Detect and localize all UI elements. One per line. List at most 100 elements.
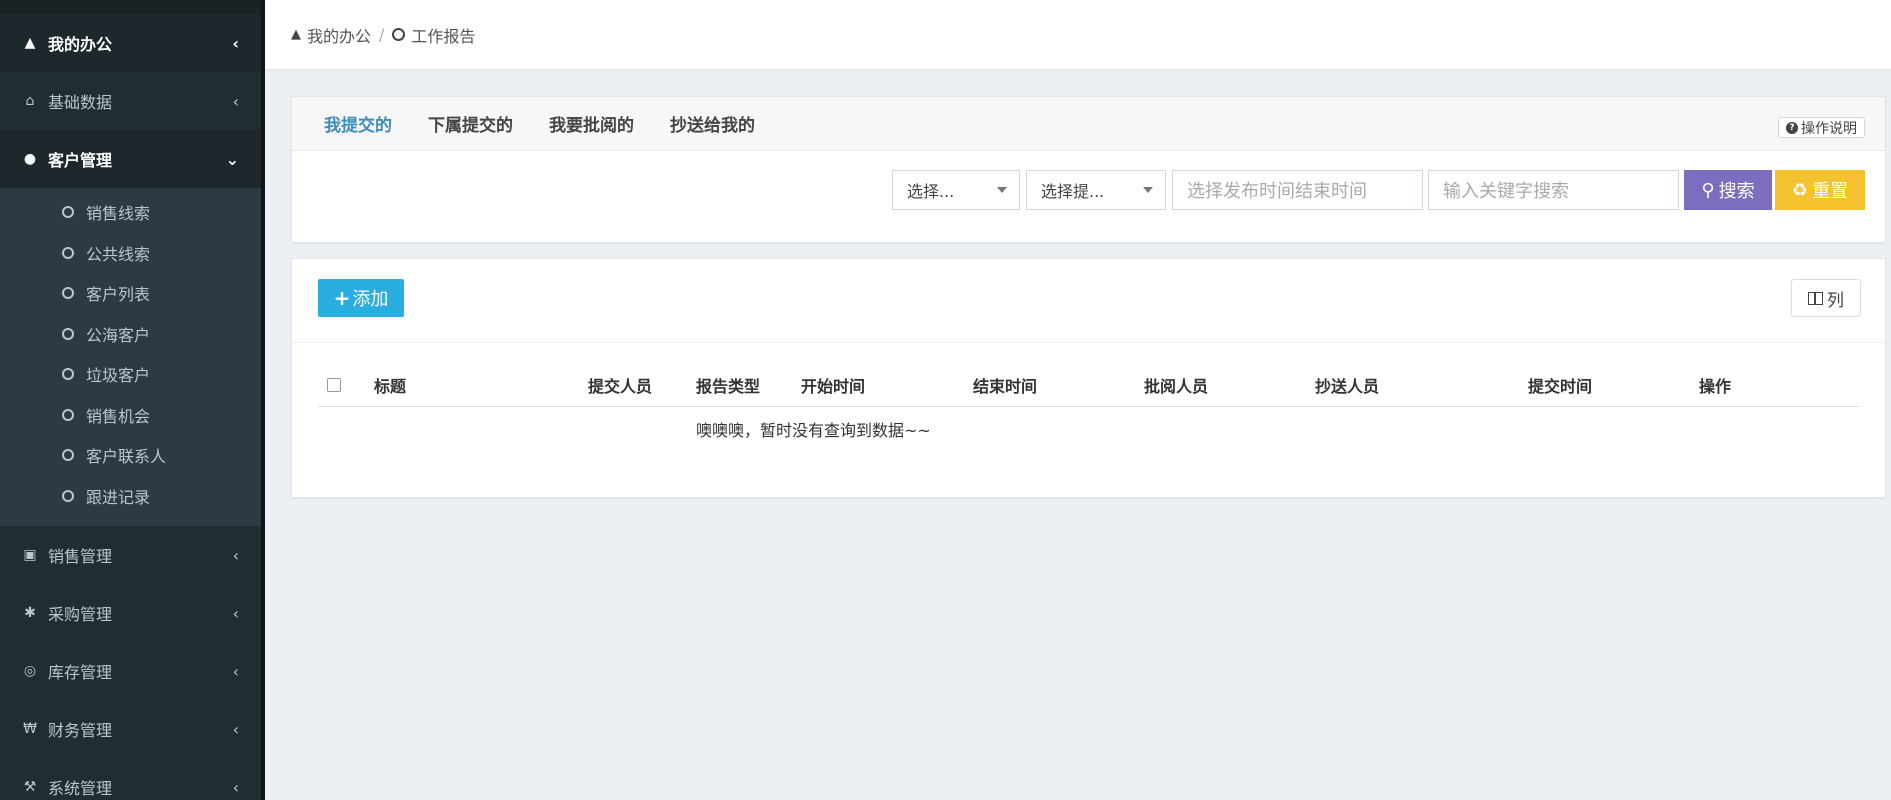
date-range-placeholder: 选择发布时间结束时间 xyxy=(1187,181,1367,202)
columns-button[interactable]: 列 xyxy=(1791,279,1861,317)
report-table-panel: + 添加 列 标题 提交人员 报告类型 开始时间 结束时间 批阅人员 抄送人员 … xyxy=(291,258,1886,498)
sidebar-item-purchase-management[interactable]: ✱ 采购管理 ‹ xyxy=(0,584,261,642)
submenu-item-follow-up[interactable]: 跟进记录 xyxy=(0,476,261,517)
cart-icon: ▣ xyxy=(23,547,37,563)
sidebar-item-my-office[interactable]: ▲ 我的办公 ‹ xyxy=(0,14,261,72)
sidebar-item-label: 我的办公 xyxy=(48,35,113,54)
tab-to-review[interactable]: 我要批阅的 xyxy=(549,111,634,136)
columns-icon xyxy=(1808,291,1823,305)
column-header-submitter[interactable]: 提交人员 xyxy=(588,373,652,397)
empty-state-message: 噢噢噢，暂时没有查询到数据~~ xyxy=(696,421,931,440)
sidebar-item-finance-management[interactable]: ₩ 财务管理 ‹ xyxy=(0,700,261,758)
add-button-label: 添加 xyxy=(352,289,389,310)
keyword-search-input[interactable]: 输入关键字搜索 xyxy=(1428,170,1679,210)
submenu-item-public-pool[interactable]: 公海客户 xyxy=(0,314,261,355)
chevron-left-icon: ‹ xyxy=(232,91,239,111)
help-button-label: 操作说明 xyxy=(1801,120,1857,137)
asterisk-icon: ✱ xyxy=(24,605,36,621)
submenu-item-customer-list[interactable]: 客户列表 xyxy=(0,273,261,314)
caret-down-icon xyxy=(997,187,1007,193)
column-header-report-type[interactable]: 报告类型 xyxy=(696,373,760,397)
circle-icon xyxy=(62,368,74,381)
submenu-item-label: 客户联系人 xyxy=(86,447,167,467)
submenu-item-label: 垃圾客户 xyxy=(86,366,151,386)
breadcrumb-home[interactable]: ▲ 我的办公 xyxy=(291,23,371,47)
chevron-left-icon: ‹ xyxy=(232,661,239,681)
won-icon: ₩ xyxy=(23,721,37,737)
search-button[interactable]: ⚲ 搜索 xyxy=(1684,170,1772,210)
chevron-left-icon: ‹ xyxy=(232,545,239,565)
sidebar-item-label: 财务管理 xyxy=(48,721,113,740)
column-header-title[interactable]: 标题 xyxy=(374,373,406,397)
chevron-down-icon: ⌄ xyxy=(225,149,239,169)
sidebar-item-basic-data[interactable]: ⌂ 基础数据 ‹ xyxy=(0,72,261,130)
submenu-item-public-leads[interactable]: 公共线索 xyxy=(0,233,261,274)
circle-icon xyxy=(62,408,74,421)
submenu-item-sales-leads[interactable]: 销售线索 xyxy=(0,192,261,233)
table-toolbar: + 添加 列 xyxy=(292,259,1885,343)
circle-icon xyxy=(62,449,74,462)
filter-row: 选择... 选择提... 选择发布时间结束时间 输入关键字搜索 ⚲ 搜索 ♻ 重… xyxy=(892,170,1865,210)
circle-icon xyxy=(62,246,74,259)
road-icon: ▲ xyxy=(291,27,301,42)
breadcrumb-separator: / xyxy=(379,25,385,44)
sidebar-item-label: 采购管理 xyxy=(48,605,113,624)
columns-button-label: 列 xyxy=(1827,290,1844,311)
road-icon: ▲ xyxy=(24,35,36,51)
reset-button[interactable]: ♻ 重置 xyxy=(1775,170,1865,210)
select-all-checkbox[interactable] xyxy=(327,378,341,392)
sidebar-item-label: 基础数据 xyxy=(48,93,113,112)
table-header: 标题 提交人员 报告类型 开始时间 结束时间 批阅人员 抄送人员 提交时间 操作 xyxy=(318,359,1859,407)
add-button[interactable]: + 添加 xyxy=(318,279,404,317)
breadcrumb-current: 工作报告 xyxy=(392,23,475,47)
caret-down-icon xyxy=(1143,187,1153,193)
sidebar-item-inventory-management[interactable]: ◎ 库存管理 ‹ xyxy=(0,642,261,700)
tab-cc-to-me[interactable]: 抄送给我的 xyxy=(670,111,755,136)
column-header-start-time[interactable]: 开始时间 xyxy=(801,373,865,397)
chevron-left-icon: ‹ xyxy=(232,777,239,797)
tab-my-submitted[interactable]: 我提交的 xyxy=(324,111,392,136)
filter-panel: 我提交的 下属提交的 我要批阅的 抄送给我的 ? 操作说明 选择... 选择提.… xyxy=(291,96,1886,243)
circle-icon xyxy=(62,206,74,219)
help-button[interactable]: ? 操作说明 xyxy=(1778,117,1865,138)
submenu-item-label: 销售线索 xyxy=(86,204,151,224)
column-header-reviewer[interactable]: 批阅人员 xyxy=(1144,373,1208,397)
wrench-icon: ⚒ xyxy=(23,779,37,795)
submenu-item-label: 客户列表 xyxy=(86,285,151,305)
submenu-item-sales-opportunity[interactable]: 销售机会 xyxy=(0,395,261,436)
sidebar-item-system-management[interactable]: ⚒ 系统管理 ‹ xyxy=(0,758,261,800)
question-circle-icon: ? xyxy=(1786,121,1798,134)
reset-button-label: 重置 xyxy=(1812,181,1849,202)
sidebar-top-strip xyxy=(0,0,261,14)
sidebar: ▲ 我的办公 ‹ ⌂ 基础数据 ‹ ● 客户管理 ⌄ 销售线索 公共线索 客户列… xyxy=(0,0,265,800)
sidebar-item-label: 库存管理 xyxy=(48,663,113,682)
plus-icon: + xyxy=(333,286,351,310)
submenu-item-label: 跟进记录 xyxy=(86,487,151,507)
tab-subordinate-submitted[interactable]: 下属提交的 xyxy=(428,111,513,136)
sidebar-item-sales-management[interactable]: ▣ 销售管理 ‹ xyxy=(0,526,261,584)
chevron-left-icon: ‹ xyxy=(232,33,239,53)
submenu-item-junk-customers[interactable]: 垃圾客户 xyxy=(0,354,261,395)
customer-submenu: 销售线索 公共线索 客户列表 公海客户 垃圾客户 销售机会 客户联系人 跟进记录 xyxy=(0,188,261,526)
column-header-end-time[interactable]: 结束时间 xyxy=(973,373,1037,397)
target-icon: ◎ xyxy=(23,663,37,679)
select-value: 选择提... xyxy=(1041,182,1105,201)
date-range-input[interactable]: 选择发布时间结束时间 xyxy=(1172,170,1423,210)
submenu-item-label: 公海客户 xyxy=(86,325,151,345)
circle-icon xyxy=(392,28,406,41)
keyword-placeholder: 输入关键字搜索 xyxy=(1443,181,1569,202)
column-header-cc[interactable]: 抄送人员 xyxy=(1315,373,1379,397)
sidebar-item-customer-management[interactable]: ● 客户管理 ⌄ xyxy=(0,130,261,188)
breadcrumb-home-label: 我的办公 xyxy=(307,26,372,46)
filter-select-1[interactable]: 选择... xyxy=(892,170,1020,210)
column-header-submit-time[interactable]: 提交时间 xyxy=(1528,373,1592,397)
sidebar-item-label: 客户管理 xyxy=(48,151,113,170)
search-icon: ⚲ xyxy=(1701,179,1715,201)
circle-icon xyxy=(62,287,74,300)
submenu-item-customer-contacts[interactable]: 客户联系人 xyxy=(0,435,261,476)
filter-select-submitter[interactable]: 选择提... xyxy=(1026,170,1166,210)
recycle-icon: ♻ xyxy=(1791,179,1809,201)
submenu-item-label: 公共线索 xyxy=(86,244,151,264)
home-icon: ⌂ xyxy=(25,93,35,109)
submenu-item-label: 销售机会 xyxy=(86,406,151,426)
